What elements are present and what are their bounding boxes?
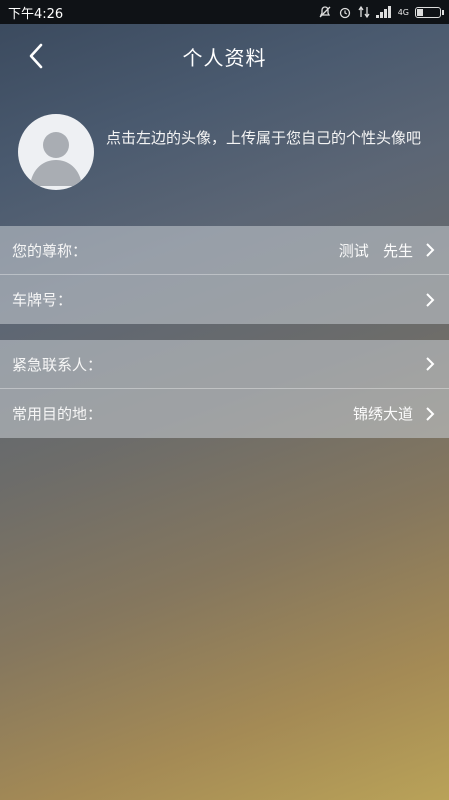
battery-icon: [415, 6, 444, 18]
alarm-icon: [339, 7, 350, 19]
info-section-2: 紧急联系人： 常用目的地： 锦绣大道: [0, 340, 449, 438]
row-honorific[interactable]: 您的尊称： 测试 先生: [0, 226, 449, 275]
signal-icon: [375, 6, 391, 18]
avatar-hint: 点击左边的头像，上传属于您自己的个性头像吧: [106, 129, 422, 147]
destination-label: 常用目的地：: [12, 405, 103, 423]
chevron-right-icon: [426, 406, 435, 421]
row-destination[interactable]: 常用目的地： 锦绣大道: [0, 389, 449, 438]
back-button[interactable]: [16, 36, 56, 76]
emergency-contact-label: 紧急联系人：: [12, 355, 103, 374]
status-time: 下午4:26: [8, 6, 64, 22]
4g-icon: 4G: [397, 7, 409, 17]
status-bar: 下午4:26 4G: [0, 0, 449, 24]
honorific-value: 测试 先生: [338, 241, 413, 260]
destination-value: 锦绣大道: [352, 405, 413, 423]
page-title: 个人资料: [182, 45, 267, 70]
status-icons: 4G: [318, 5, 444, 19]
row-emergency-contact[interactable]: 紧急联系人：: [0, 340, 449, 389]
mute-icon: [319, 6, 331, 18]
data-arrows-icon: [358, 5, 370, 19]
honorific-label: 您的尊称：: [12, 241, 88, 260]
chevron-right-icon: [426, 357, 435, 371]
row-plate-number[interactable]: 车牌号：: [0, 275, 449, 324]
default-avatar-icon: [30, 132, 82, 186]
chevron-right-icon: [426, 292, 435, 307]
profile-section: 点击左边的头像，上传属于您自己的个性头像吧: [0, 96, 449, 206]
info-section-1: 您的尊称： 测试 先生 车牌号：: [0, 226, 449, 324]
header: 个人资料: [0, 24, 449, 88]
chevron-left-icon: [29, 43, 43, 69]
chevron-right-icon: [426, 243, 435, 257]
plate-number-label: 车牌号：: [12, 291, 73, 309]
avatar[interactable]: [18, 114, 94, 190]
